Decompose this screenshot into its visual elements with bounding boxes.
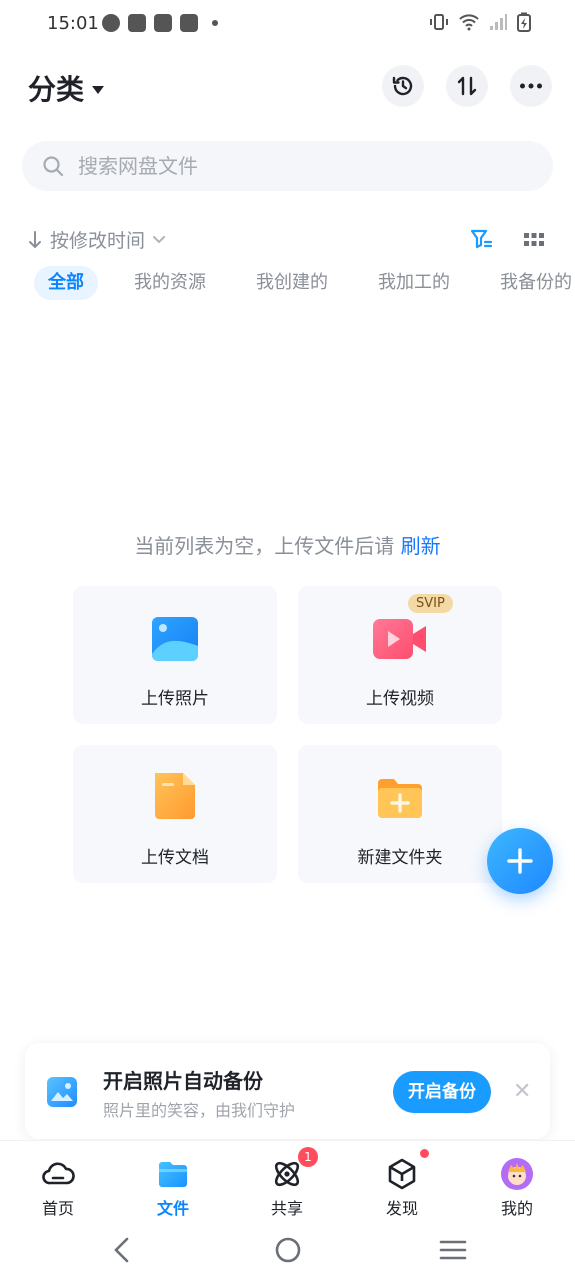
upload-document-card[interactable]: 上传文档 — [73, 745, 277, 883]
filter-icon — [470, 229, 493, 249]
nav-label-share: 共享 — [270, 1199, 303, 1218]
battery-charging-icon — [517, 12, 531, 32]
banner-title: 开启照片自动备份 — [103, 1069, 263, 1093]
shopping-bag-icon — [154, 14, 172, 32]
upload-photo-label: 上传照片 — [141, 689, 209, 709]
chevron-down-icon — [153, 235, 166, 243]
new-folder-label: 新建文件夹 — [357, 848, 443, 868]
search-icon — [43, 156, 64, 177]
upload-photo-card[interactable]: 上传照片 — [73, 586, 277, 724]
cloud-icon — [42, 1162, 75, 1185]
empty-state-message: 当前列表为空，上传文件后请 刷新 — [0, 530, 575, 559]
wifi-icon — [459, 14, 479, 31]
upload-video-label: 上传视频 — [366, 689, 434, 709]
nav-item-home[interactable]: 首页 — [18, 1157, 98, 1219]
category-tabs: 全部 我的资源 我创建的 我加工的 我备份的 — [34, 266, 575, 300]
add-fab-button[interactable] — [487, 828, 553, 894]
tab-backed-up-by-me[interactable]: 我备份的 — [486, 266, 575, 300]
status-notification-icons — [102, 14, 218, 32]
nav-label-mine: 我的 — [500, 1199, 533, 1218]
tab-processed-by-me[interactable]: 我加工的 — [364, 266, 464, 300]
upload-video-card[interactable]: SVIP 上传视频 — [298, 586, 502, 724]
avatar-icon — [501, 1158, 533, 1190]
enable-backup-button[interactable]: 开启备份 — [393, 1071, 491, 1113]
tab-all[interactable]: 全部 — [34, 266, 98, 300]
search-input[interactable] — [78, 154, 478, 178]
grid-icon — [524, 233, 544, 246]
nav-label-files: 文件 — [156, 1199, 189, 1218]
refresh-link[interactable]: 刷新 — [401, 534, 441, 558]
tab-my-resources[interactable]: 我的资源 — [120, 266, 220, 300]
photo-backup-banner: 开启照片自动备份 照片里的笑容，由我们守护 开启备份 ✕ — [25, 1043, 550, 1139]
cube-icon — [388, 1158, 416, 1190]
shopping-bag-icon — [128, 14, 146, 32]
signal-icon — [490, 14, 507, 30]
category-dropdown[interactable]: 分类 — [28, 68, 105, 108]
sort-swap-button[interactable] — [446, 65, 488, 107]
back-icon[interactable] — [112, 1237, 132, 1263]
close-icon[interactable]: ✕ — [513, 1079, 531, 1104]
system-navigation-bar — [0, 1224, 575, 1280]
caret-down-icon — [92, 86, 105, 94]
speed-icon — [102, 14, 120, 32]
empty-state-text: 当前列表为空，上传文件后请 — [134, 534, 395, 558]
sort-selector[interactable]: 按修改时间 — [28, 226, 166, 253]
history-icon — [392, 76, 413, 96]
grid-view-button[interactable] — [524, 232, 544, 251]
video-icon — [373, 619, 426, 659]
upload-document-label: 上传文档 — [141, 848, 209, 868]
more-button[interactable] — [510, 65, 552, 107]
status-bar: 15:01 — [0, 0, 575, 48]
filter-button[interactable] — [470, 228, 493, 254]
svip-badge: SVIP — [408, 594, 453, 613]
nav-item-share[interactable]: 1 共享 — [247, 1147, 327, 1219]
document-icon — [155, 773, 195, 819]
banner-subtitle: 照片里的笑容，由我们守护 — [103, 1101, 296, 1120]
menu-icon[interactable] — [439, 1239, 467, 1261]
nav-label-discover: 发现 — [385, 1199, 418, 1218]
gallery-icon — [47, 1077, 77, 1107]
folder-add-icon — [378, 779, 422, 818]
share-badge: 1 — [298, 1147, 318, 1167]
more-icon — [520, 83, 542, 89]
search-bar[interactable] — [22, 141, 553, 191]
photo-icon — [152, 617, 198, 661]
sort-swap-icon — [457, 76, 477, 96]
bottom-nav: 首页 文件 1 共享 发现 我的 — [0, 1140, 575, 1224]
status-system-icons — [429, 12, 531, 32]
page-title: 分类 — [28, 73, 85, 106]
tab-created-by-me[interactable]: 我创建的 — [242, 266, 342, 300]
shopping-bag-icon — [180, 14, 198, 32]
file-folder-icon — [159, 1162, 187, 1187]
sort-label: 按修改时间 — [50, 230, 146, 252]
nav-label-home: 首页 — [41, 1199, 74, 1218]
nav-item-discover[interactable]: 发现 — [362, 1149, 442, 1219]
status-time: 15:01 — [47, 13, 99, 34]
history-button[interactable] — [382, 65, 424, 107]
new-folder-card[interactable]: 新建文件夹 — [298, 745, 502, 883]
nav-item-files[interactable]: 文件 — [133, 1157, 213, 1219]
discover-red-dot — [420, 1149, 429, 1158]
vibrate-icon — [430, 14, 448, 30]
home-circle-icon[interactable] — [274, 1236, 302, 1264]
dot-icon — [212, 20, 218, 26]
arrow-down-icon — [29, 230, 41, 248]
plus-icon — [507, 848, 533, 874]
nav-item-mine[interactable]: 我的 — [477, 1157, 557, 1219]
